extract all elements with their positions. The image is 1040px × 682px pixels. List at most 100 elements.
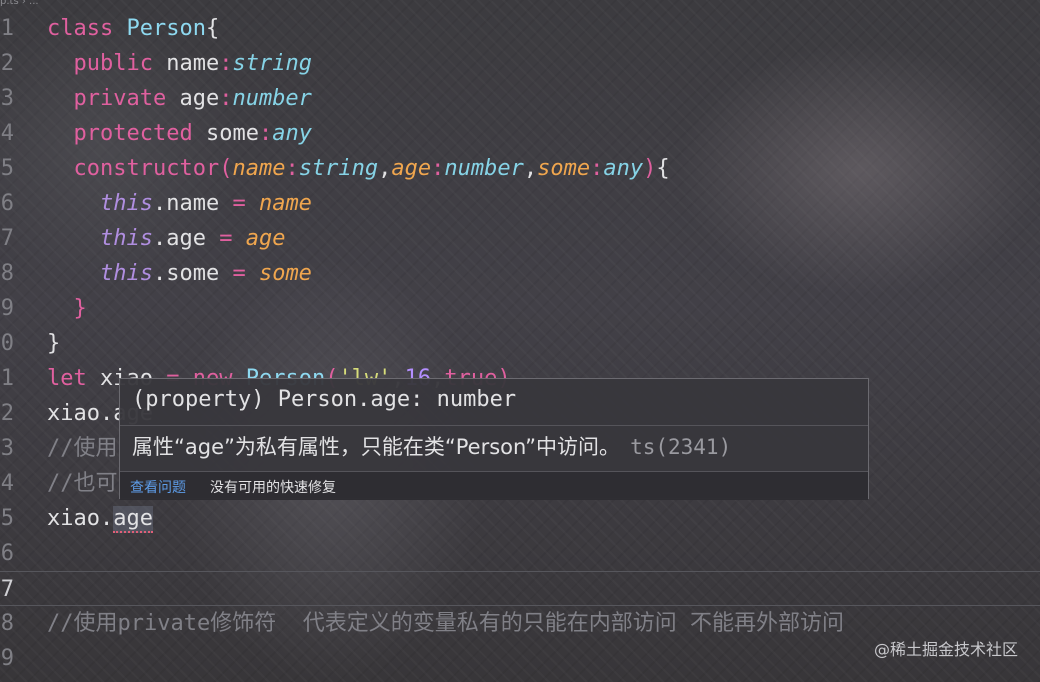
code-line[interactable]: 2 public name:string (0, 46, 1040, 81)
hover-signature: (property) Person.age: number (132, 387, 517, 412)
code-text[interactable]: this.name = name (47, 186, 312, 221)
hover-error-code: ts(2341) (630, 435, 732, 459)
code-token: //使用 (47, 436, 118, 461)
code-text[interactable]: } (47, 291, 87, 326)
code-text[interactable]: protected some:any (47, 116, 312, 151)
line-number: 5 (0, 506, 14, 531)
hover-message-text: 属性“age”为私有属性，只能在类“Person”中访问。 (132, 435, 621, 459)
code-token: constructor (73, 156, 220, 181)
code-token: .age (152, 226, 220, 251)
hover-divider (120, 425, 868, 426)
code-token: , (378, 156, 392, 181)
code-text[interactable]: //也可 (47, 466, 118, 501)
code-token: .name (152, 191, 233, 216)
code-token: string (298, 156, 379, 181)
code-token: age (232, 226, 286, 251)
line-number: 1 (0, 16, 14, 41)
line-number: 0 (0, 331, 14, 356)
line-number: 4 (0, 471, 14, 496)
code-line[interactable]: 6 this.name = name (0, 186, 1040, 221)
code-line[interactable]: 5 constructor(name:string,age:number,som… (0, 151, 1040, 186)
code-line[interactable]: 6 (0, 536, 1040, 571)
code-token: : (258, 121, 273, 146)
code-token: number (444, 156, 524, 181)
code-token: protected (73, 121, 193, 146)
code-line[interactable]: 9 } (0, 291, 1040, 326)
code-token: ( (219, 156, 233, 181)
code-line[interactable]: 5 xiao.age (0, 501, 1040, 536)
line-number: 6 (0, 541, 14, 566)
hover-tooltip[interactable]: (property) Person.age: number 属性“age”为私有… (119, 378, 869, 500)
code-line[interactable]: 7 (0, 571, 1040, 606)
code-token: this (99, 226, 153, 251)
line-number: 2 (0, 51, 14, 76)
line-number: 8 (0, 261, 14, 286)
line-number: 4 (0, 121, 14, 146)
code-text[interactable]: class Person{ (47, 11, 219, 46)
code-token: name (245, 191, 312, 216)
code-token: xiao. (47, 506, 114, 531)
code-token: name (152, 51, 220, 76)
line-number: 3 (0, 86, 14, 111)
code-token: let (47, 366, 87, 391)
code-text[interactable]: public name:string (47, 46, 312, 81)
line-number: 7 (0, 226, 14, 251)
code-token: = (219, 226, 233, 251)
hover-error-message: 属性“age”为私有属性，只能在类“Person”中访问。 ts(2341) (132, 431, 731, 461)
code-token: this (99, 191, 153, 216)
code-token: any (272, 121, 312, 146)
code-token: string (232, 51, 312, 76)
code-token: age (391, 156, 432, 181)
no-quick-fix-label: 没有可用的快速修复 (210, 480, 336, 496)
code-token: some (192, 121, 259, 146)
line-number: 8 (0, 611, 14, 636)
code-line[interactable]: 3 private age:number (0, 81, 1040, 116)
code-token: } (47, 331, 61, 356)
line-number: 1 (0, 366, 14, 391)
code-token: , (523, 156, 538, 181)
code-token: { (656, 156, 670, 181)
view-problem-link[interactable]: 查看问题 (130, 477, 186, 497)
code-text[interactable]: } (47, 326, 60, 361)
line-number: 9 (0, 296, 14, 321)
code-text[interactable]: this.some = some (47, 256, 312, 291)
code-token: : (590, 156, 604, 181)
code-token: any (603, 156, 644, 181)
code-text[interactable]: xiao.age (47, 501, 153, 536)
code-text[interactable]: this.age = age (47, 221, 285, 256)
code-token: //使用private修饰符 代表定义的变量私有的只能在内部访问 不能再外部访问 (47, 611, 844, 636)
line-number: 7 (0, 577, 14, 602)
code-token: Person (113, 16, 206, 41)
code-text[interactable]: //使用 (47, 431, 118, 466)
code-token: some (245, 261, 312, 286)
code-line[interactable]: 0} (0, 326, 1040, 361)
code-token: class (47, 16, 114, 41)
breadcrumb[interactable]: p.ts › ... (0, 0, 39, 8)
code-token: : (219, 51, 233, 76)
code-text[interactable]: constructor(name:string,age:number,some:… (47, 151, 670, 186)
code-line[interactable]: 7 this.age = age (0, 221, 1040, 256)
code-line[interactable]: 4 protected some:any (0, 116, 1040, 151)
code-editor[interactable]: 1 class Person{2 public name:string 3 priv… (0, 11, 1040, 676)
code-token: //也可 (47, 471, 118, 496)
code-token: private (73, 86, 167, 111)
line-number: 2 (0, 401, 14, 426)
line-number: 5 (0, 156, 14, 181)
code-token: ) (643, 156, 657, 181)
watermark: @稀土掘金技术社区 (873, 640, 1018, 659)
code-line[interactable]: 1 class Person{ (0, 11, 1040, 46)
code-line[interactable]: 8 this.some = some (0, 256, 1040, 291)
code-token: : (431, 156, 445, 181)
code-token: { (205, 16, 220, 41)
code-token: : (285, 156, 299, 181)
code-token: .some (152, 261, 233, 286)
code-text[interactable]: //使用private修饰符 代表定义的变量私有的只能在内部访问 不能再外部访问 (47, 606, 844, 641)
code-text[interactable]: private age:number (47, 81, 312, 116)
code-token: = (232, 261, 246, 286)
code-token: name (232, 156, 286, 181)
